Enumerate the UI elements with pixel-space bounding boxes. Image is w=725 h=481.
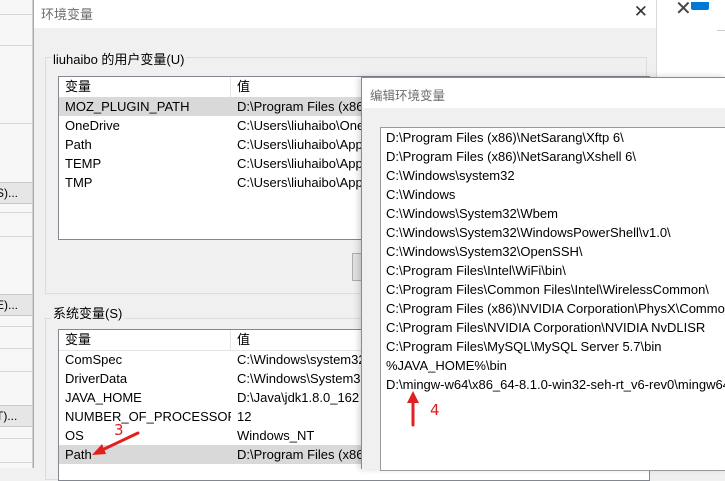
annotation-label-3: 3 (114, 421, 124, 439)
annotation-label-4: 4 (430, 401, 440, 419)
annotation-arrow-3 (92, 391, 419, 455)
